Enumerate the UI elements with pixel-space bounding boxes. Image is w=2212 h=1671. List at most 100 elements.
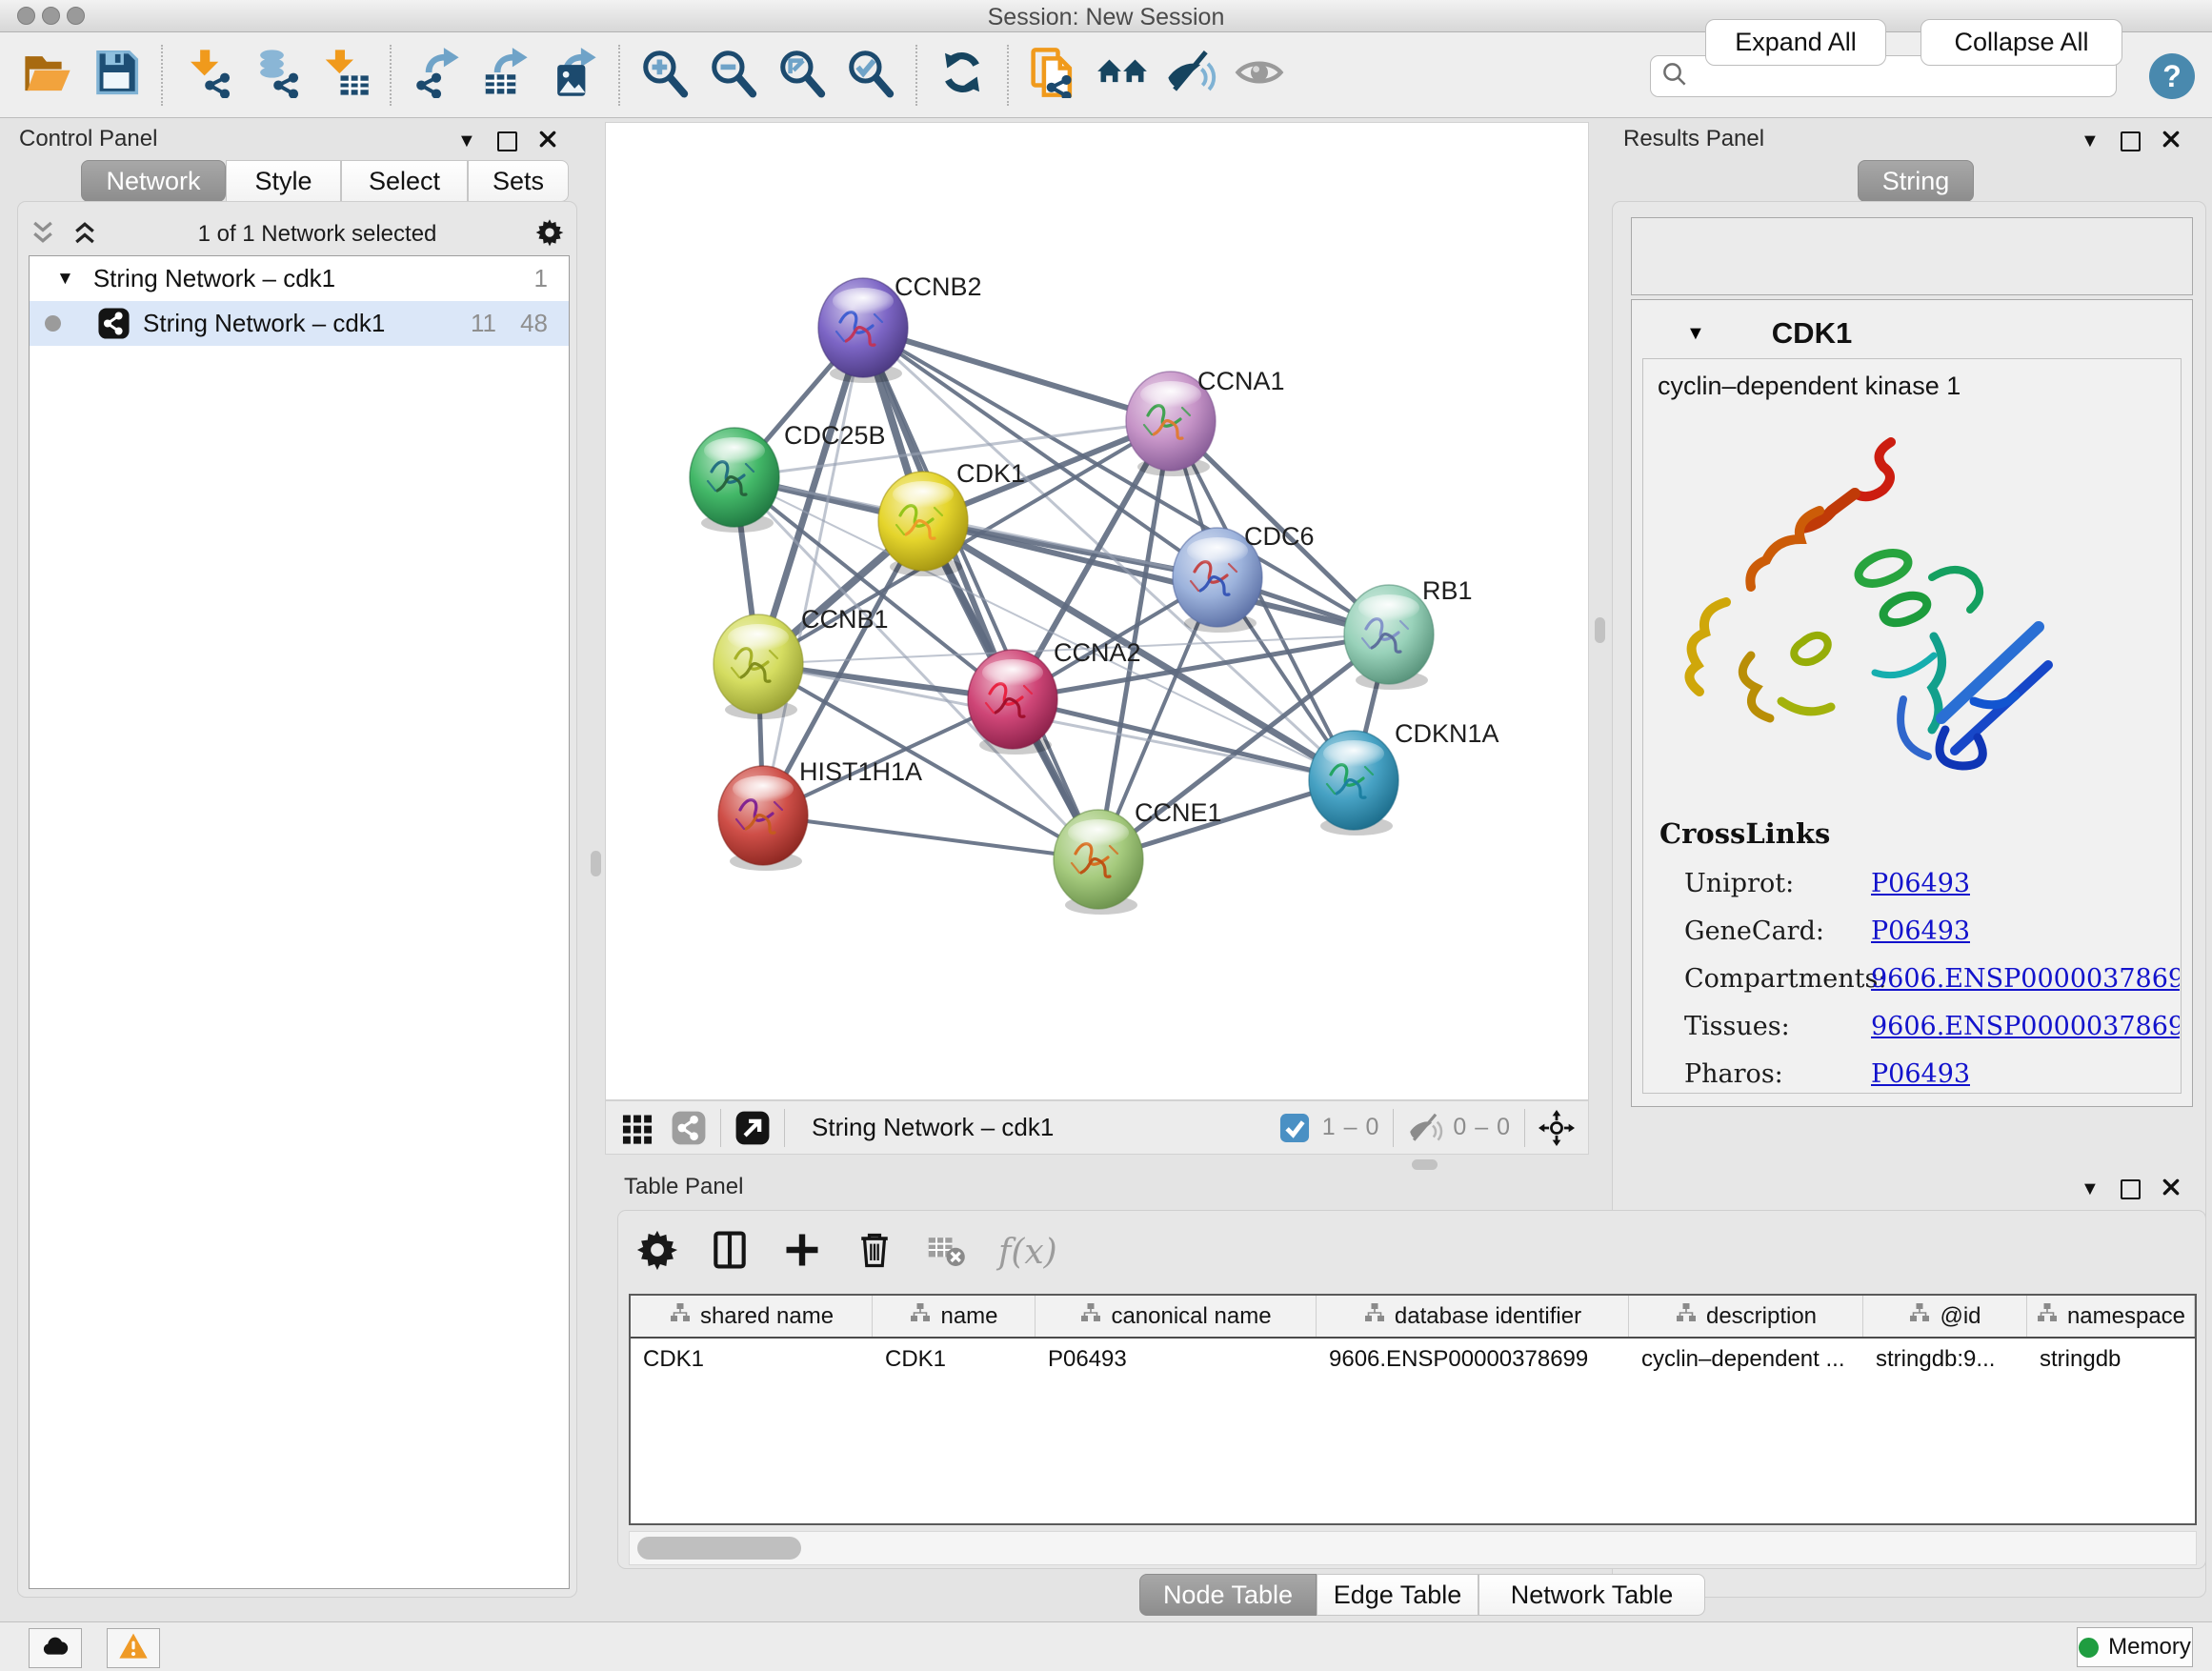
close-panel-icon[interactable] bbox=[538, 130, 557, 153]
panel-menu-icon[interactable]: ▼ bbox=[2081, 1178, 2100, 1200]
open-session-button[interactable] bbox=[19, 45, 76, 106]
network-collection-row[interactable]: ▼ String Network – cdk1 1 bbox=[30, 256, 569, 301]
zoom-in-button[interactable] bbox=[636, 45, 694, 106]
float-panel-icon[interactable] bbox=[2121, 1179, 2141, 1199]
table-cell[interactable]: CDK1 bbox=[873, 1346, 1036, 1373]
network-row[interactable]: String Network – cdk1 11 48 bbox=[30, 301, 569, 346]
table-row[interactable]: CDK1CDK1P064939606.ENSP00000378699cyclin… bbox=[631, 1339, 2195, 1380]
splitter-handle[interactable] bbox=[1595, 617, 1605, 643]
tab-edge-table[interactable]: Edge Table bbox=[1317, 1574, 1478, 1616]
table-cell[interactable]: CDK1 bbox=[631, 1346, 873, 1373]
expand-all-button[interactable]: Expand All bbox=[1705, 19, 1886, 66]
network-edge[interactable] bbox=[763, 815, 1098, 859]
save-session-button[interactable] bbox=[88, 45, 145, 106]
selected-checkbox-icon[interactable] bbox=[1277, 1110, 1313, 1146]
memory-status-dot bbox=[2079, 1638, 2099, 1658]
splitter-handle[interactable] bbox=[1412, 1159, 1438, 1170]
network-node-CCNA1[interactable]: CCNA1 bbox=[1126, 367, 1285, 476]
table-cell[interactable]: stringdb bbox=[2027, 1346, 2195, 1373]
network-node-CDKN1A[interactable]: CDKN1A bbox=[1309, 719, 1499, 836]
refresh-button[interactable] bbox=[934, 45, 991, 106]
zoom-fit-button[interactable] bbox=[774, 45, 831, 106]
panel-menu-icon[interactable]: ▼ bbox=[457, 131, 476, 152]
crosslink-value-link[interactable]: P06493 bbox=[1871, 1059, 1970, 1089]
network-node-CCNA2[interactable]: CCNA2 bbox=[968, 638, 1141, 755]
warnings-button[interactable] bbox=[107, 1628, 160, 1668]
network-edge[interactable] bbox=[863, 328, 1171, 421]
tree-expander-icon[interactable]: ▼ bbox=[56, 269, 74, 290]
table-cell[interactable]: 9606.ENSP00000378699 bbox=[1317, 1346, 1629, 1373]
help-button[interactable]: ? bbox=[2149, 53, 2195, 99]
network-node-CCNE1[interactable]: CCNE1 bbox=[1054, 798, 1222, 915]
network-node-CDC25B[interactable]: CDC25B bbox=[690, 421, 886, 533]
table-cell[interactable]: stringdb:9... bbox=[1863, 1346, 2027, 1373]
table-horizontal-scrollbar[interactable] bbox=[629, 1531, 2197, 1565]
add-column-icon[interactable] bbox=[781, 1229, 823, 1276]
column-header-database-identifier[interactable]: database identifier bbox=[1317, 1296, 1629, 1337]
export-network-button[interactable] bbox=[408, 45, 465, 106]
close-panel-icon[interactable] bbox=[2162, 130, 2181, 153]
tab-node-table[interactable]: Node Table bbox=[1139, 1574, 1317, 1616]
export-table-button[interactable] bbox=[476, 45, 533, 106]
delete-column-icon[interactable] bbox=[854, 1229, 895, 1276]
crosslink-value-link[interactable]: P06493 bbox=[1871, 916, 1970, 946]
fit-content-crosshair-icon[interactable] bbox=[1538, 1110, 1575, 1146]
show-all-button[interactable] bbox=[1231, 45, 1288, 106]
tab-select[interactable]: Select bbox=[341, 160, 468, 202]
tab-sets[interactable]: Sets bbox=[468, 160, 569, 202]
cloud-status-button[interactable] bbox=[29, 1628, 82, 1668]
network-node-RB1[interactable]: RB1 bbox=[1344, 576, 1473, 690]
birds-eye-grid-icon[interactable] bbox=[619, 1110, 655, 1146]
table-options-gear-icon[interactable] bbox=[636, 1229, 678, 1276]
network-overview-icon[interactable] bbox=[671, 1110, 707, 1146]
hidden-eye-icon[interactable] bbox=[1407, 1110, 1443, 1146]
crosslink-value-link[interactable]: P06493 bbox=[1871, 869, 1970, 898]
crosslink-value-link[interactable]: 9606.ENSP00000378699 bbox=[1871, 964, 2180, 994]
column-header-name[interactable]: name bbox=[873, 1296, 1036, 1337]
memory-button[interactable]: Memory bbox=[2077, 1627, 2193, 1667]
search-input[interactable] bbox=[1689, 62, 2116, 91]
export-image-button[interactable] bbox=[545, 45, 602, 106]
expand-all-networks-icon[interactable] bbox=[70, 218, 99, 252]
import-network-database-button[interactable] bbox=[248, 45, 305, 106]
panel-menu-icon[interactable]: ▼ bbox=[2081, 131, 2100, 152]
table-cell[interactable]: P06493 bbox=[1036, 1346, 1317, 1373]
first-neighbors-button[interactable] bbox=[1094, 45, 1151, 106]
tab-style[interactable]: Style bbox=[226, 160, 341, 202]
results-entry-header[interactable]: ▼ CDK1 bbox=[1631, 312, 2193, 354]
zoom-out-button[interactable] bbox=[705, 45, 762, 106]
network-node-CCNB1[interactable]: CCNB1 bbox=[714, 605, 889, 719]
network-node-CCNB2[interactable]: CCNB2 bbox=[818, 272, 982, 383]
splitter-handle[interactable] bbox=[591, 851, 601, 876]
table-cell[interactable]: cyclin–dependent ... bbox=[1629, 1346, 1863, 1373]
import-network-button[interactable] bbox=[179, 45, 236, 106]
network-canvas[interactable]: CCNB2 CCNA1 CDC25B CDK1 CDC6 RB1 bbox=[605, 122, 1589, 1100]
column-header-namespace[interactable]: namespace bbox=[2027, 1296, 2195, 1337]
column-header-shared-name[interactable]: shared name bbox=[631, 1296, 873, 1337]
entry-expander-icon[interactable]: ▼ bbox=[1686, 323, 1705, 345]
column-header--id[interactable]: @id bbox=[1863, 1296, 2027, 1337]
zoom-selected-button[interactable] bbox=[842, 45, 899, 106]
detach-view-icon[interactable] bbox=[734, 1110, 771, 1146]
tab-network[interactable]: Network bbox=[81, 160, 226, 202]
tab-string[interactable]: String bbox=[1858, 160, 1974, 202]
float-panel-icon[interactable] bbox=[2121, 131, 2141, 151]
save-session-icon bbox=[90, 47, 142, 103]
close-panel-icon[interactable] bbox=[2162, 1178, 2181, 1201]
network-node-HIST1H1A[interactable]: HIST1H1A bbox=[718, 757, 922, 871]
network-edge[interactable] bbox=[1013, 699, 1354, 780]
import-table-button[interactable] bbox=[316, 45, 373, 106]
collapse-all-button[interactable]: Collapse All bbox=[1920, 19, 2122, 66]
column-header-canonical-name[interactable]: canonical name bbox=[1036, 1296, 1317, 1337]
collapse-all-networks-icon[interactable] bbox=[29, 218, 57, 252]
clone-network-button[interactable] bbox=[1025, 45, 1082, 106]
tab-network-table[interactable]: Network Table bbox=[1478, 1574, 1705, 1616]
hide-selected-button[interactable] bbox=[1162, 45, 1219, 106]
network-options-gear-icon[interactable] bbox=[535, 218, 564, 252]
network-edge[interactable] bbox=[763, 328, 863, 815]
scrollbar-thumb[interactable] bbox=[637, 1537, 801, 1560]
crosslink-value-link[interactable]: 9606.ENSP00000378699 bbox=[1871, 1012, 2180, 1041]
show-columns-icon[interactable] bbox=[709, 1229, 751, 1276]
float-panel-icon[interactable] bbox=[497, 131, 517, 151]
column-header-description[interactable]: description bbox=[1629, 1296, 1863, 1337]
